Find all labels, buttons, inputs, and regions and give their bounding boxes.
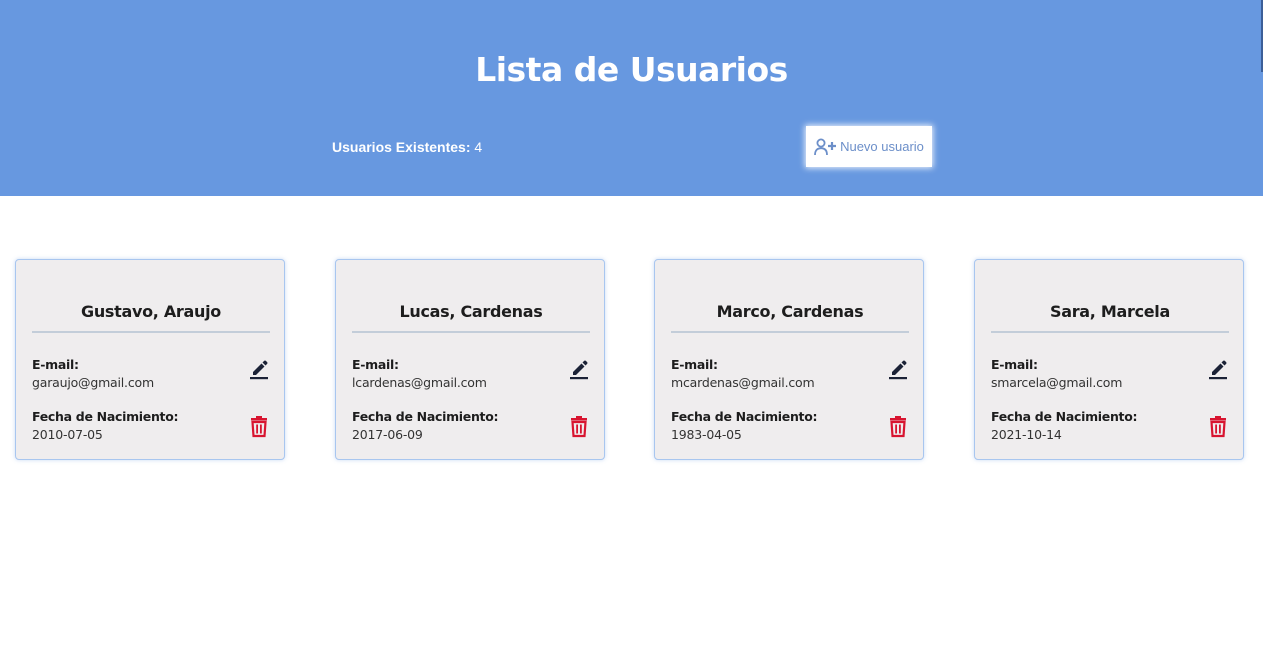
edit-button[interactable] bbox=[1207, 357, 1229, 381]
edit-button[interactable] bbox=[568, 357, 590, 381]
birth-date-value: 1983-04-05 bbox=[671, 427, 742, 442]
card-divider bbox=[991, 331, 1229, 333]
trash-icon bbox=[890, 416, 906, 438]
page-title: Lista de Usuarios bbox=[475, 50, 788, 89]
user-count: Usuarios Existentes: 4 bbox=[332, 139, 482, 155]
pencil-icon bbox=[250, 360, 268, 380]
card-divider bbox=[32, 331, 270, 333]
user-count-value: 4 bbox=[474, 139, 483, 155]
email-value: lcardenas@gmail.com bbox=[352, 375, 487, 390]
user-count-label: Usuarios Existentes: bbox=[332, 139, 471, 155]
user-card: Marco, Cardenas E-mail: mcardenas@gmail.… bbox=[654, 259, 924, 460]
user-name: Marco, Cardenas bbox=[716, 302, 864, 321]
user-name: Lucas, Cardenas bbox=[399, 302, 543, 321]
user-plus-icon bbox=[814, 138, 838, 156]
email-label: E-mail: bbox=[352, 357, 399, 372]
email-label: E-mail: bbox=[671, 357, 718, 372]
email-label: E-mail: bbox=[991, 357, 1038, 372]
birth-date-value: 2010-07-05 bbox=[32, 427, 103, 442]
new-user-label: Nuevo usuario bbox=[840, 139, 924, 154]
email-value: mcardenas@gmail.com bbox=[671, 375, 815, 390]
user-name: Gustavo, Araujo bbox=[80, 302, 221, 321]
trash-icon bbox=[251, 416, 267, 438]
delete-button[interactable] bbox=[887, 414, 909, 438]
page-header: Lista de Usuarios Usuarios Existentes: 4… bbox=[0, 0, 1263, 196]
user-name: Sara, Marcela bbox=[1050, 302, 1170, 321]
new-user-button[interactable]: Nuevo usuario bbox=[806, 126, 932, 167]
user-card: Lucas, Cardenas E-mail: lcardenas@gmail.… bbox=[335, 259, 605, 460]
card-divider bbox=[671, 331, 909, 333]
birth-date-label: Fecha de Nacimiento: bbox=[671, 409, 818, 424]
user-card: Gustavo, Araujo E-mail: garaujo@gmail.co… bbox=[15, 259, 285, 460]
pencil-icon bbox=[889, 360, 907, 380]
delete-button[interactable] bbox=[568, 414, 590, 438]
trash-icon bbox=[571, 416, 587, 438]
email-value: smarcela@gmail.com bbox=[991, 375, 1123, 390]
edit-button[interactable] bbox=[887, 357, 909, 381]
card-divider bbox=[352, 331, 590, 333]
email-value: garaujo@gmail.com bbox=[32, 375, 154, 390]
pencil-icon bbox=[1209, 360, 1227, 380]
trash-icon bbox=[1210, 416, 1226, 438]
user-card: Sara, Marcela E-mail: smarcela@gmail.com… bbox=[974, 259, 1244, 460]
birth-date-value: 2017-06-09 bbox=[352, 427, 423, 442]
delete-button[interactable] bbox=[248, 414, 270, 438]
birth-date-label: Fecha de Nacimiento: bbox=[352, 409, 499, 424]
pencil-icon bbox=[570, 360, 588, 380]
delete-button[interactable] bbox=[1207, 414, 1229, 438]
birth-date-label: Fecha de Nacimiento: bbox=[991, 409, 1138, 424]
email-label: E-mail: bbox=[32, 357, 79, 372]
birth-date-label: Fecha de Nacimiento: bbox=[32, 409, 179, 424]
birth-date-value: 2021-10-14 bbox=[991, 427, 1062, 442]
edit-button[interactable] bbox=[248, 357, 270, 381]
